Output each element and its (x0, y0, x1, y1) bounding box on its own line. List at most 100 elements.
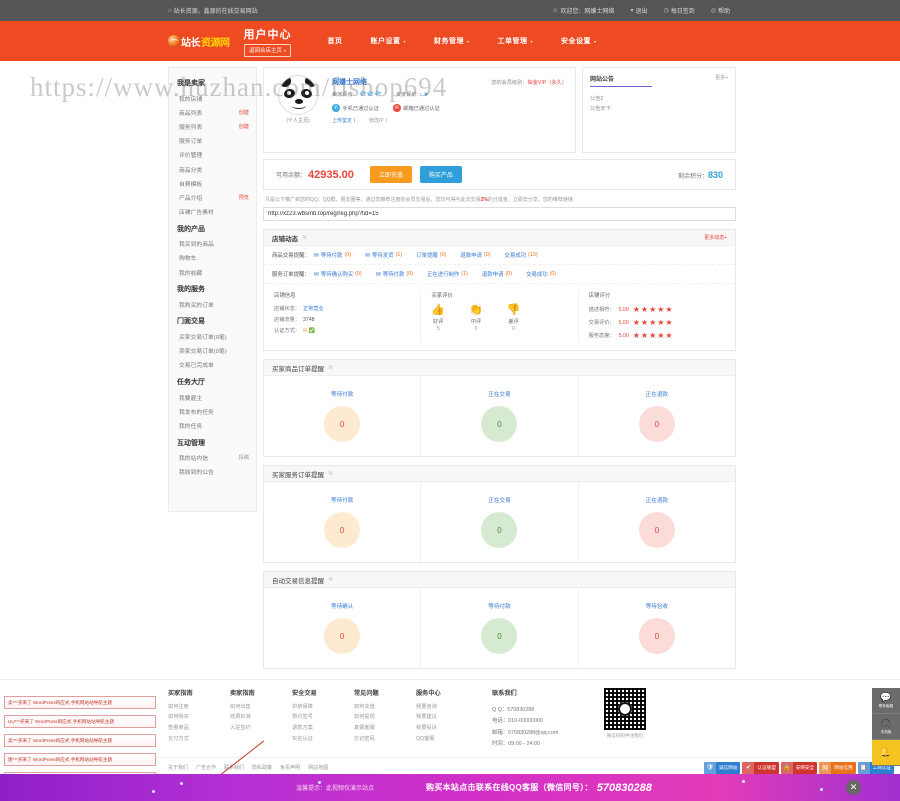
shop-dynamic-link[interactable]: 正在进行制作 (1) (427, 270, 468, 278)
sidebar-item[interactable]: 我的站内信 投稿 (169, 451, 256, 465)
daily-signin-button[interactable]: ◷ 每日签到 (663, 6, 694, 16)
footer-link[interactable]: 如何购买 (168, 712, 230, 723)
sidebar-item[interactable]: 购物车 (169, 251, 256, 265)
shop-dynamic-link[interactable]: 交易成功 (0) (526, 270, 556, 278)
trust-badge[interactable]: 🛡 诚信网站 (704, 761, 741, 774)
reminder-cell-label[interactable]: 等待确认 (331, 602, 353, 610)
sidebar-item[interactable]: 服务订单 (169, 134, 256, 148)
upload-verification-link[interactable]: 上传鉴定丨 (332, 117, 357, 124)
sidebar-item[interactable]: 我买到的商品 (169, 237, 256, 251)
logout-button[interactable]: ▾ 退出 (630, 6, 647, 16)
shop-dynamic-link[interactable]: 订单提醒 (0) (416, 251, 446, 259)
shop-dynamics-more-link[interactable]: 更多动态+ (704, 234, 727, 241)
ad-strip[interactable]: 唐***买来了 WordPress响应式 手机网站站导航主题 (4, 753, 156, 766)
footer-link[interactable]: 真假客服 (354, 722, 416, 733)
sidebar-item-label: 我的站内信 (179, 456, 208, 463)
reminder-cell-label[interactable]: 等待验收 (646, 602, 668, 610)
sidebar-item-label: 我买到的商品 (179, 242, 214, 249)
notice-item[interactable]: 公告天下 (590, 103, 728, 113)
reminder-cell-label[interactable]: 等待付款 (331, 390, 353, 398)
ad-strip[interactable]: 卖***买来了 WordPress响应式 手机网站站导航主题 (4, 734, 156, 747)
footer-link[interactable]: 忘记密码 (354, 733, 416, 744)
sidebar-item[interactable]: 交易已完成单 (169, 358, 256, 372)
sidebar-item[interactable]: 产品介绍 预览 (169, 190, 256, 204)
footer-link[interactable]: 如何注册 (168, 701, 230, 712)
help-button[interactable]: ◎ 帮助 (711, 6, 730, 16)
footer-link[interactable]: 预约签号 (292, 712, 354, 723)
reminder-cell-label[interactable]: 等待付款 (331, 496, 353, 504)
reminder-cell-label[interactable]: 等待付款 (488, 602, 510, 610)
sidebar-item[interactable]: 商品分类 (169, 162, 256, 176)
footer-bottom-link[interactable]: 网站地图 (308, 764, 328, 771)
sidebar-item[interactable]: 我发布的任务 (169, 404, 256, 418)
footer-bottom-link[interactable]: 隐私政策 (252, 764, 272, 771)
footer-link[interactable]: 支付方式 (168, 733, 230, 744)
recharge-button[interactable]: 立即充值 (369, 166, 412, 183)
nav-item-tickets[interactable]: 工单管理 ▾ (484, 36, 548, 46)
nav-item-home[interactable]: 首页 (314, 36, 357, 46)
shop-dynamic-link[interactable]: ✉ 等待付款 (0) (314, 251, 351, 259)
modify-ip-link[interactable]: 修改IP丨 (369, 117, 389, 124)
sidebar-item[interactable]: 买家交易订单(0笔) (169, 329, 256, 343)
shop-dynamic-link[interactable]: 交易成功 (13) (505, 251, 538, 259)
footer-link[interactable]: 如何提现 (354, 712, 416, 723)
nav-item-security[interactable]: 安全设置 ▾ (547, 36, 611, 46)
footer-link[interactable]: 退款方案 (292, 722, 354, 733)
sidebar-item[interactable]: 卖家交易订单(0笔) (169, 344, 256, 358)
shop-dynamic-link[interactable]: ✉ 等待发货 (1) (365, 251, 402, 259)
sidebar-item[interactable]: 我的任务 (169, 418, 256, 432)
site-logo[interactable]: 站长 资源网 (168, 34, 230, 49)
footer-link[interactable]: 护航保障 (292, 701, 354, 712)
sidebar-item[interactable]: 店铺广告素材 (169, 205, 256, 219)
sidebar-item[interactable]: 评价管理 (169, 148, 256, 162)
sidebar-item[interactable]: 服务列表 创建 (169, 119, 256, 133)
sidebar-item[interactable]: 我的收藏 (169, 265, 256, 279)
reminder-cell-label[interactable]: 正在退款 (646, 390, 668, 398)
trust-badge[interactable]: 网网站信用 (819, 761, 856, 774)
footer-link[interactable]: QQ客服 (416, 733, 478, 744)
reminder-cell-label[interactable]: 正在交易 (488, 496, 510, 504)
close-icon[interactable]: ✕ (846, 780, 861, 795)
footer-link[interactable]: 如何充值 (354, 701, 416, 712)
notice-more-link[interactable]: 更多+ (715, 74, 728, 81)
reminder-cell-label[interactable]: 正在交易 (488, 390, 510, 398)
footer-link[interactable]: 查看商品 (168, 722, 230, 733)
footer-bottom-link[interactable]: 关于我们 (168, 764, 188, 771)
dock-item[interactable]: 💬 联系客服 (872, 688, 900, 714)
ad-strip[interactable]: 卖***买来了 WordPress响应式 手机网站站导航主题 (4, 696, 156, 709)
footer-link[interactable]: 我要建议 (416, 712, 478, 723)
nav-item-label: 首页 (327, 38, 343, 45)
nav-item-account-settings[interactable]: 账户设置 ▾ (357, 36, 421, 46)
dock-item[interactable]: 🎧 手机版 (872, 714, 900, 740)
nav-item-finance[interactable]: 财务管理 ▾ (420, 36, 484, 46)
sidebar-item[interactable]: 我的店铺 (169, 91, 256, 105)
sidebar-item[interactable]: 我购买的订单 (169, 297, 256, 311)
dock-item[interactable]: 🔔 (872, 740, 900, 766)
trust-badge[interactable]: ✔ 认证联盟 (742, 761, 779, 774)
footer-link[interactable]: 我要投诉 (416, 722, 478, 733)
buy-product-button[interactable]: 购买产品 (419, 166, 462, 183)
trust-badge[interactable]: 🔒 安网安全 (780, 761, 818, 774)
referral-url-input[interactable] (263, 207, 736, 221)
avatar-label: (个人主页) (286, 118, 310, 124)
sidebar-item[interactable]: 我收到的公告 (169, 465, 256, 479)
back-to-shop-home-button[interactable]: 返回合店主页 ▾ (243, 43, 292, 57)
notice-item[interactable]: 公告2 (590, 93, 728, 103)
footer-link[interactable]: 实名认证 (292, 733, 354, 744)
footer-link[interactable]: 收费标准 (230, 712, 292, 723)
footer-link[interactable]: 如何出售 (230, 701, 292, 712)
footer-bottom-link[interactable]: 免责声明 (280, 764, 300, 771)
shop-dynamic-link[interactable]: ✉ 等待付款 (0) (376, 270, 413, 278)
sidebar-item[interactable]: 商品列表 创建 (169, 105, 256, 119)
reminder-cell-label[interactable]: 正在退款 (646, 496, 668, 504)
footer-bottom-link[interactable]: 广告合作 (196, 764, 216, 771)
sidebar-item[interactable]: 自费模板 (169, 176, 256, 190)
ad-strip[interactable]: UU***买来了 WordPress响应式 手机网站站导航主题 (4, 715, 156, 728)
shop-dynamic-link[interactable]: ✉ 等待确认购买 (0) (314, 270, 362, 278)
footer-link[interactable]: 我要咨询 (416, 701, 478, 712)
panda-avatar[interactable] (278, 75, 318, 115)
footer-link[interactable]: 入驻签约 (230, 722, 292, 733)
shop-dynamic-link[interactable]: 退款申请 (0) (482, 270, 512, 278)
shop-dynamic-link[interactable]: 退款申请 (0) (460, 251, 490, 259)
sidebar-item[interactable]: 我要雇主 (169, 390, 256, 404)
